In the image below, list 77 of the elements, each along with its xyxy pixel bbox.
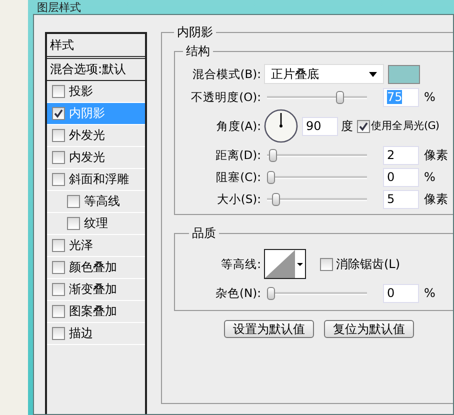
unit-label: 像素 bbox=[424, 146, 448, 164]
item-label: 描边 bbox=[69, 325, 93, 342]
list-item[interactable]: 内发光 bbox=[47, 147, 145, 169]
field-label: 混合模式(B): bbox=[191, 66, 261, 82]
checkbox[interactable] bbox=[52, 327, 65, 340]
item-label: 投影 bbox=[69, 83, 93, 100]
value-field[interactable]: 90 bbox=[302, 116, 338, 136]
checkbox[interactable] bbox=[67, 195, 80, 208]
list-item[interactable]: 颜色叠加 bbox=[47, 257, 145, 279]
item-label: 外发光 bbox=[69, 127, 105, 144]
unit-label: 像素 bbox=[424, 190, 448, 208]
checkbox[interactable] bbox=[52, 305, 65, 318]
list-header: 样式 bbox=[50, 36, 74, 54]
item-label: 内发光 bbox=[69, 149, 105, 166]
value-field[interactable]: 0 bbox=[383, 168, 419, 186]
section-title: 结构 bbox=[183, 44, 213, 58]
field-label: 角度(A): bbox=[215, 118, 261, 134]
caret-icon bbox=[296, 262, 302, 266]
value-field[interactable]: 5 bbox=[383, 190, 419, 208]
item-label: 图案叠加 bbox=[69, 303, 117, 320]
checkbox[interactable] bbox=[67, 217, 80, 230]
checkbox[interactable] bbox=[52, 283, 65, 296]
item-label: 渐变叠加 bbox=[69, 281, 117, 298]
contour-curve-icon bbox=[265, 250, 295, 278]
checkbox[interactable] bbox=[52, 173, 65, 186]
field-label: 距离(D): bbox=[214, 148, 261, 162]
checkbox-label: 消除锯齿(L) bbox=[336, 256, 400, 272]
checkbox[interactable] bbox=[52, 129, 65, 142]
slider-thumb[interactable] bbox=[272, 192, 280, 206]
slider-thumb[interactable] bbox=[267, 170, 275, 184]
list-item[interactable]: 渐变叠加 bbox=[47, 279, 145, 301]
item-label: 斜面和浮雕 bbox=[69, 171, 129, 188]
caret-icon bbox=[369, 72, 377, 76]
section-title: 品质 bbox=[189, 226, 219, 240]
checkbox[interactable] bbox=[320, 258, 333, 270]
default-button[interactable]: 复位为默认值 bbox=[324, 320, 414, 338]
list-item[interactable]: 斜面和浮雕 bbox=[47, 169, 145, 191]
checkbox[interactable] bbox=[52, 107, 65, 120]
contour-picker[interactable] bbox=[264, 249, 306, 279]
section-title: 内阴影 bbox=[174, 25, 216, 39]
field-label: 等高线: bbox=[220, 256, 261, 272]
default-button[interactable]: 设置为默认值 bbox=[224, 320, 314, 338]
item-label: 等高线 bbox=[84, 193, 120, 210]
checkbox-label: 使用全局光(G) bbox=[371, 119, 440, 133]
field-label: 杂色(N): bbox=[214, 286, 261, 300]
list-item[interactable]: 光泽 bbox=[47, 235, 145, 257]
list-item[interactable]: 外发光 bbox=[47, 125, 145, 147]
list-item[interactable]: 混合选项:默认 bbox=[47, 59, 145, 81]
value-field[interactable]: 2 bbox=[383, 146, 419, 164]
color-swatch[interactable] bbox=[388, 64, 420, 84]
field-label: 阻塞(C): bbox=[215, 170, 261, 184]
item-label: 内阴影 bbox=[69, 105, 105, 122]
checkbox[interactable] bbox=[357, 120, 370, 132]
list-item[interactable]: 纹理 bbox=[47, 213, 145, 235]
angle-dial[interactable] bbox=[264, 109, 298, 143]
list-item[interactable]: 等高线 bbox=[47, 191, 145, 213]
item-label: 颜色叠加 bbox=[69, 259, 117, 276]
checkbox[interactable] bbox=[52, 151, 65, 164]
value-field[interactable]: 0 bbox=[383, 284, 419, 302]
item-label: 纹理 bbox=[84, 215, 108, 232]
blend-mode-dropdown[interactable]: 正片叠底 bbox=[264, 64, 384, 84]
unit-label: % bbox=[424, 286, 436, 300]
unit-label: % bbox=[424, 170, 436, 184]
unit-label: 度 bbox=[341, 118, 353, 134]
checkbox[interactable] bbox=[52, 239, 65, 252]
checkbox[interactable] bbox=[52, 261, 65, 274]
list-item[interactable]: 描边 bbox=[47, 323, 145, 345]
item-label: 光泽 bbox=[69, 237, 93, 254]
field-label: 不透明度(O): bbox=[190, 90, 261, 104]
slider-thumb[interactable] bbox=[268, 148, 277, 162]
window-title: 图层样式 bbox=[37, 2, 81, 14]
unit-label: % bbox=[424, 90, 436, 104]
list-item[interactable]: 图案叠加 bbox=[47, 301, 145, 323]
slider-thumb[interactable] bbox=[267, 286, 275, 300]
slider-thumb[interactable] bbox=[336, 90, 344, 104]
field-label: 大小(S): bbox=[216, 192, 261, 206]
checkbox[interactable] bbox=[52, 85, 65, 98]
